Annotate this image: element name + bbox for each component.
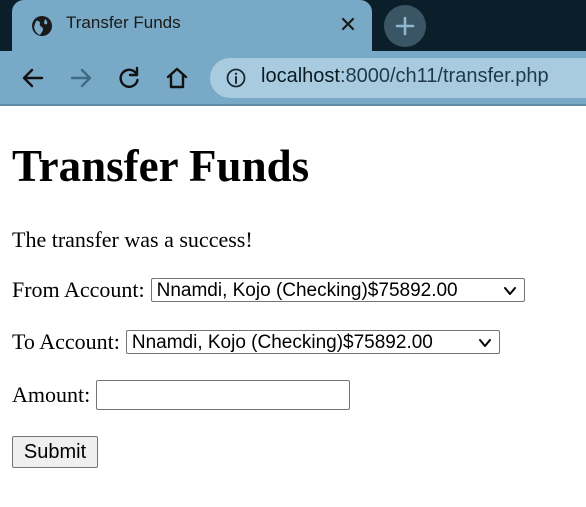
from-account-label: From Account: [12,277,145,302]
to-account-row: To Account: Nnamdi, Kojo (Checking)$7589… [12,329,500,355]
close-icon[interactable] [338,14,358,34]
reload-icon[interactable] [116,65,142,91]
plus-icon [395,16,415,36]
from-account-select[interactable]: Nnamdi, Kojo (Checking)$75892.00 [150,278,525,302]
to-account-value: Nnamdi, Kojo (Checking)$75892.00 [131,332,433,353]
to-account-select[interactable]: Nnamdi, Kojo (Checking)$75892.00 [125,330,500,354]
from-account-value: Nnamdi, Kojo (Checking)$75892.00 [156,280,458,301]
amount-input[interactable] [96,380,351,410]
status-message: The transfer was a success! [12,227,253,252]
to-account-label: To Account: [12,329,120,354]
chevron-down-icon [503,287,516,295]
tab-strip: Transfer Funds [0,0,586,51]
url-host: localhost [261,65,340,87]
url-path: :8000/ch11/transfer.php [339,65,549,87]
submit-button[interactable]: Submit [12,436,98,468]
info-icon[interactable] [226,68,246,88]
forward-icon[interactable] [68,65,94,91]
tab-title: Transfer Funds [66,13,181,32]
amount-row: Amount: [12,380,351,410]
url-text[interactable]: localhost:8000/ch11/transfer.php [261,65,549,88]
browser-toolbar: localhost:8000/ch11/transfer.php [0,51,586,104]
back-icon[interactable] [20,65,46,91]
globe-icon [32,16,52,36]
amount-label: Amount: [12,382,91,407]
from-account-row: From Account: Nnamdi, Kojo (Checking)$75… [12,277,525,303]
page-title: Transfer Funds [12,141,310,191]
tab-transfer-funds[interactable]: Transfer Funds [12,0,372,51]
new-tab-button[interactable] [384,5,426,47]
address-bar[interactable]: localhost:8000/ch11/transfer.php [210,58,586,98]
toolbar-divider [0,104,586,106]
chevron-down-icon [478,339,491,347]
home-icon[interactable] [164,65,190,91]
